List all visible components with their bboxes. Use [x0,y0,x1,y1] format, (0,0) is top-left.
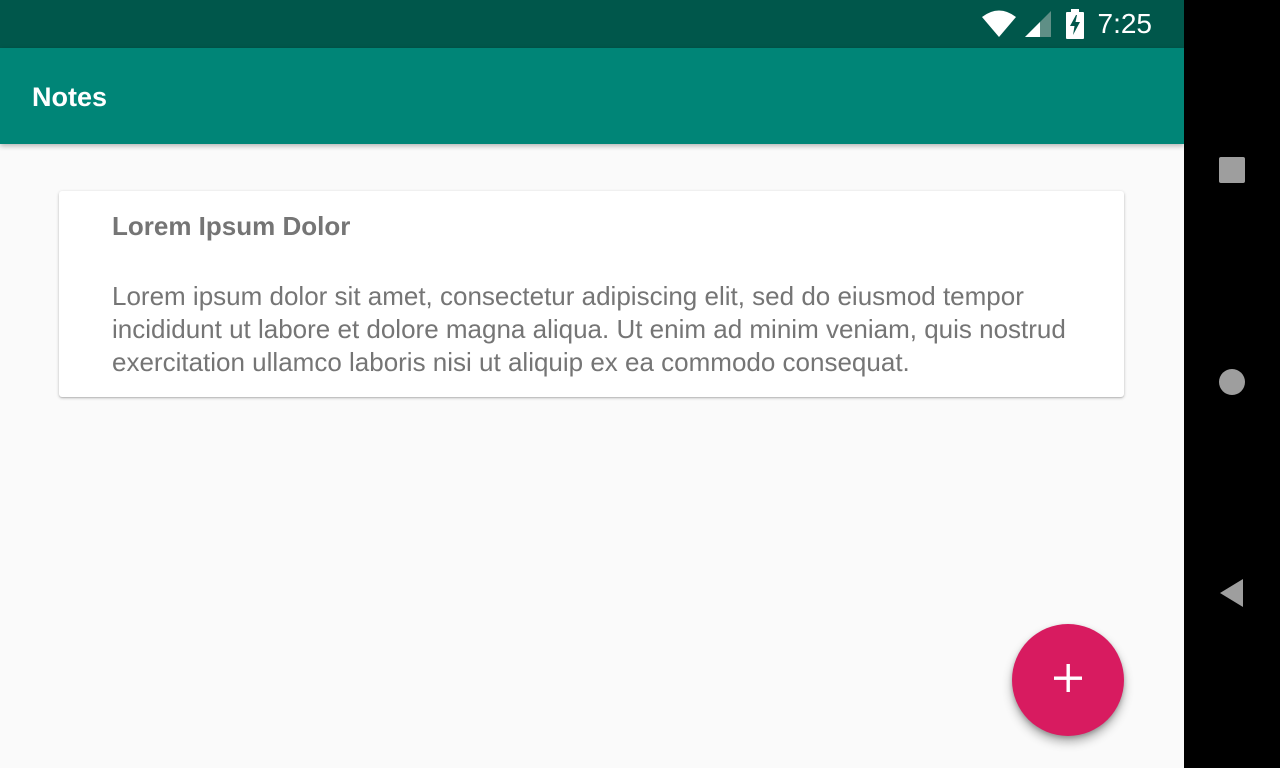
note-title: Lorem Ipsum Dolor [112,211,351,241]
recents-icon [1219,156,1245,188]
home-icon [1218,368,1246,401]
app-bar: Notes [0,48,1184,144]
app-title: Notes [32,82,108,112]
battery-charging-icon [1065,9,1084,39]
note-body: Lorem ipsum dolor sit amet, consectetur … [112,281,1066,377]
app-screen: 7:25 Notes Lorem Ipsum Dolor Lorem ipsum… [0,0,1184,768]
recents-button[interactable] [1208,148,1256,196]
back-icon [1219,578,1245,613]
status-icons: 7:25 [974,0,1153,48]
wifi-icon [981,10,1016,38]
home-button[interactable] [1208,360,1256,408]
add-note-button[interactable] [1012,624,1124,736]
status-time: 7:25 [1097,8,1153,39]
navigation-bar [1184,0,1280,768]
back-button[interactable] [1208,571,1256,619]
note-card[interactable]: Lorem Ipsum Dolor Lorem ipsum dolor sit … [59,191,1124,397]
plus-icon [1052,662,1084,699]
cellular-signal-icon [1024,10,1052,38]
status-bar: 7:25 [0,0,1184,48]
